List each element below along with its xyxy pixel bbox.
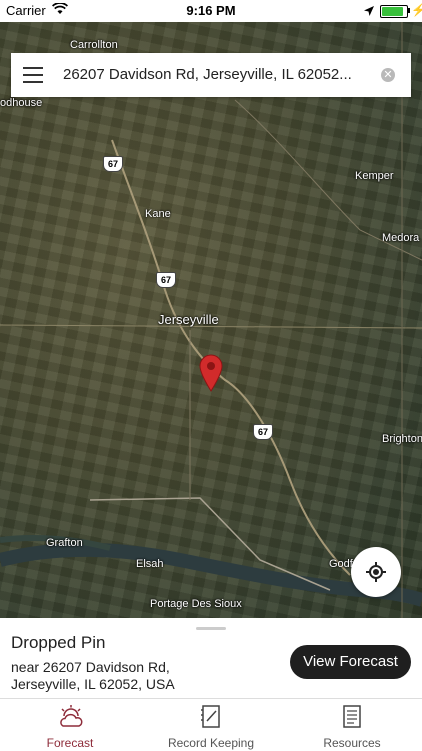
my-location-button[interactable] — [351, 547, 401, 597]
tab-resources[interactable]: Resources — [282, 699, 422, 751]
location-arrow-icon — [364, 4, 374, 19]
place-label: Roodhouse — [0, 97, 43, 109]
tab-label: Record Keeping — [167, 736, 255, 750]
tab-record-keeping[interactable]: Record Keeping — [141, 699, 281, 751]
notebook-icon — [199, 705, 223, 734]
battery-tip — [408, 8, 410, 13]
place-label: Elsah — [136, 558, 164, 570]
view-forecast-button[interactable]: View Forecast — [290, 645, 411, 679]
clock: 9:16 PM — [186, 3, 236, 18]
place-label: Medora — [382, 232, 420, 244]
cloud-sun-icon — [58, 705, 84, 734]
tab-forecast[interactable]: Forecast — [0, 699, 140, 751]
status-bar: Carrier 9:16 PM ⚡ — [0, 0, 422, 22]
place-label: Jerseyville — [158, 312, 219, 327]
tab-label: Forecast — [46, 736, 94, 750]
tab-bar: Forecast Record Keeping Resources — [0, 698, 422, 751]
tab-label: Resources — [323, 736, 381, 750]
search-address-input[interactable]: 26207 Davidson Rd, Jerseyville, IL 62052… — [63, 66, 373, 83]
clear-search-icon[interactable]: ✕ — [381, 68, 395, 82]
charging-bolt-icon: ⚡ — [411, 3, 422, 17]
place-label: Grafton — [46, 537, 83, 549]
route-67-shield: 67 — [103, 156, 123, 172]
drag-handle[interactable] — [196, 627, 226, 630]
route-67-shield: 67 — [253, 424, 273, 440]
location-title: Dropped Pin — [11, 633, 106, 652]
place-label: Kemper — [355, 170, 394, 182]
battery-icon — [380, 5, 408, 18]
location-info-panel: Dropped Pin near 26207 Davidson Rd, Jers… — [0, 618, 422, 698]
crosshair-icon — [366, 562, 386, 582]
place-label: Brighton — [382, 433, 422, 445]
place-label: Carrollton — [70, 39, 118, 51]
location-address-line1: near 26207 Davidson Rd, — [11, 659, 170, 675]
document-icon — [340, 705, 364, 734]
hamburger-menu-icon[interactable] — [23, 67, 43, 83]
place-label: Kane — [145, 208, 171, 220]
route-67-shield: 67 — [156, 272, 176, 288]
place-label: Portage Des Sioux — [150, 598, 242, 610]
location-address-line2: Jerseyville, IL 62052, USA — [11, 676, 175, 692]
search-bar[interactable]: 26207 Davidson Rd, Jerseyville, IL 62052… — [11, 53, 411, 97]
